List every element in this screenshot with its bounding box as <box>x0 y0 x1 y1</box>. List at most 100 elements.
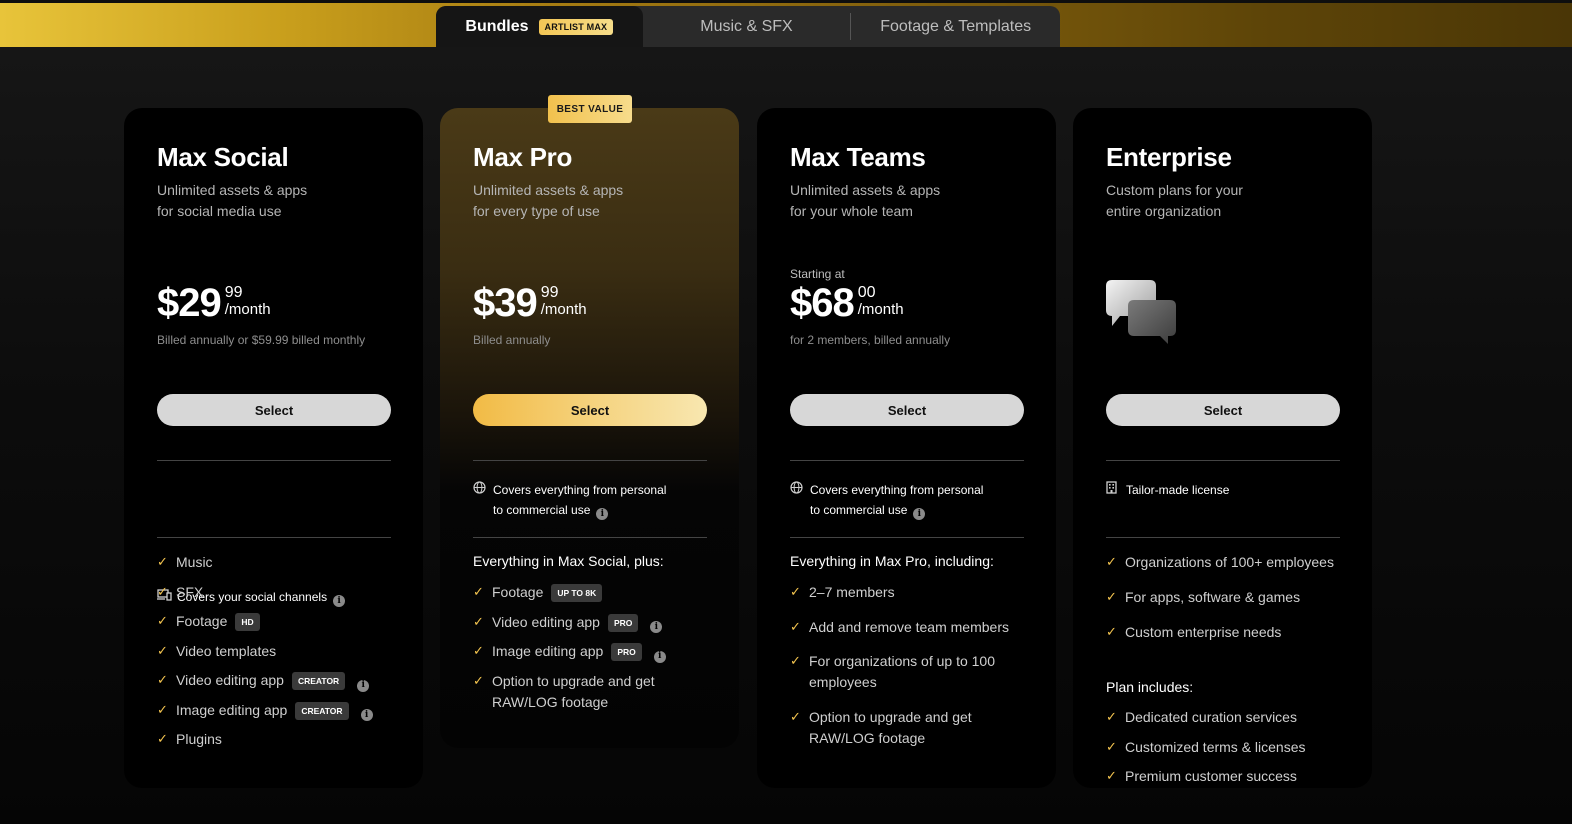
check-icon: ✓ <box>790 653 801 668</box>
feature-label: For organizations of up to 100 employees <box>809 653 996 690</box>
feature-label: Image editing app <box>176 701 288 718</box>
usage-text: Tailor-made license <box>1126 480 1229 500</box>
check-icon: ✓ <box>790 584 801 599</box>
feature-label: Video templates <box>176 642 277 659</box>
feature-label: Video editing app <box>176 672 284 688</box>
best-value-badge: BEST VALUE <box>548 95 632 123</box>
plan-description: Unlimited assets & apps for every type o… <box>473 180 713 222</box>
price-side: 99 /month <box>540 285 587 319</box>
tab-footage-templates[interactable]: Footage & Templates <box>851 6 1060 47</box>
divider <box>790 537 1024 538</box>
tab-music-sfx[interactable]: Music & SFX <box>643 6 851 47</box>
feature-label: Music <box>176 554 213 570</box>
price-amount: $29 <box>157 281 222 325</box>
price-cents: 00 <box>857 284 876 301</box>
feature-item: ✓ Image editing app PRO i <box>473 641 713 671</box>
check-icon: ✓ <box>157 613 168 628</box>
usage-text: Covers everything from personal to comme… <box>810 480 983 520</box>
usage-scope: Tailor-made license <box>1106 480 1340 500</box>
feature-item: ✓ Video editing app PRO i <box>473 612 713 642</box>
info-icon[interactable]: i <box>650 621 663 633</box>
info-icon[interactable]: i <box>913 508 926 520</box>
feature-item: ✓ 2–7 members <box>790 582 1030 617</box>
price-cents: 99 <box>224 284 243 301</box>
feature-item: ✓ For organizations of up to 100 employee… <box>790 651 1030 707</box>
check-icon: ✓ <box>1106 709 1117 724</box>
divider <box>157 537 391 538</box>
feature-item: ✓ SFX <box>157 582 397 612</box>
feature-item: ✓ Option to upgrade and get RAW/LOG foota… <box>790 707 1030 749</box>
feature-item: ✓ Footage UP TO 8K <box>473 582 713 612</box>
product-tabs: Bundles ARTLIST MAX Music & SFX Footage … <box>436 6 1060 47</box>
plan-description: Unlimited assets & apps for social media… <box>157 180 397 222</box>
feature-label: Custom enterprise needs <box>1125 624 1282 640</box>
select-enterprise-button[interactable]: Select <box>1106 394 1340 426</box>
check-icon: ✓ <box>157 554 168 569</box>
plan-name: Max Teams <box>790 142 926 172</box>
plan-description-line: for your whole team <box>790 203 913 219</box>
billing-note: Billed annually <box>473 333 551 347</box>
plan-description-line: Unlimited assets & apps <box>157 182 308 198</box>
plan-card-enterprise: Enterprise Custom plans for your entire … <box>1073 108 1372 788</box>
info-icon[interactable]: i <box>357 679 370 692</box>
divider <box>473 460 707 461</box>
usage-scope: Covers everything from personal to comme… <box>790 480 1024 520</box>
feature-label: For apps, software & games <box>1125 589 1301 605</box>
usage-label: to commercial use <box>493 503 591 517</box>
check-icon: ✓ <box>790 619 801 634</box>
check-icon: ✓ <box>157 583 168 599</box>
billing-note: Billed annually or $59.99 billed monthly <box>157 333 366 347</box>
globe-icon <box>790 480 805 520</box>
select-max-social-button[interactable]: Select <box>157 394 391 426</box>
feature-tag: PRO <box>611 643 642 661</box>
price-period: /month <box>540 301 587 318</box>
check-icon: ✓ <box>1106 554 1117 569</box>
check-icon: ✓ <box>157 672 168 687</box>
check-icon: ✓ <box>1106 738 1117 754</box>
feature-tag: PRO <box>607 613 639 632</box>
feature-list: ✓ Music ✓ SFX ✓ Footage HD ✓ Video templates … <box>157 552 397 759</box>
select-max-teams-button[interactable]: Select <box>790 394 1024 426</box>
check-icon: ✓ <box>473 613 484 629</box>
feature-item: ✓ Footage HD <box>157 611 397 641</box>
info-icon[interactable]: i <box>596 508 609 520</box>
price-amount: $39 <box>473 281 538 325</box>
select-max-pro-button[interactable]: Select <box>473 394 707 426</box>
plan-description-line: Unlimited assets & apps <box>473 182 624 198</box>
price-period: /month <box>857 301 904 318</box>
feature-tag: UP TO 8K <box>551 584 603 602</box>
price: $68 00 /month <box>790 280 904 326</box>
plan-description: Custom plans for your entire organizatio… <box>1106 180 1346 222</box>
plan-name: Max Pro <box>473 142 573 172</box>
price: $29 99 /month <box>157 280 271 326</box>
feature-label: Video editing app <box>492 613 600 630</box>
feature-item: ✓ Custom enterprise needs <box>1106 622 1346 657</box>
divider <box>790 460 1024 461</box>
price-period: /month <box>224 301 271 318</box>
tab-bundles[interactable]: Bundles ARTLIST MAX <box>436 6 643 47</box>
price-side: 00 /month <box>857 284 904 319</box>
feature-label: Plugins <box>176 731 222 747</box>
plan-description-line: Unlimited assets & apps <box>790 182 941 198</box>
feature-item: ✓ Image editing app CREATOR i <box>157 700 397 730</box>
feature-tag: CREATOR <box>291 672 346 690</box>
check-icon: ✓ <box>1106 768 1117 783</box>
info-icon[interactable]: i <box>360 709 373 721</box>
feature-item: ✓ Option to upgrade and get RAW/LOG foota… <box>473 671 713 713</box>
price-amount: $68 <box>790 281 855 325</box>
feature-label: Add and remove team members <box>809 619 1009 635</box>
info-icon[interactable]: i <box>653 650 666 663</box>
feature-list-heading: Everything in Max Social, plus: <box>473 553 664 569</box>
plan-description-line: Custom plans for your <box>1106 182 1243 198</box>
check-icon: ✓ <box>157 701 168 717</box>
plan-name: Max Social <box>157 142 289 172</box>
price-side: 99 /month <box>224 284 271 319</box>
feature-label: Image editing app <box>492 643 604 659</box>
feature-item: ✓ Dedicated curation services <box>1106 707 1346 737</box>
plan-card-max-teams: Max Teams Unlimited assets & apps for yo… <box>757 108 1056 788</box>
feature-label: SFX <box>176 583 204 600</box>
chat-bubbles-icon <box>1106 280 1178 344</box>
starting-at-label: Starting at <box>790 267 845 281</box>
check-icon: ✓ <box>1106 589 1117 604</box>
usage-scope: Covers everything from personal to comme… <box>473 480 707 520</box>
